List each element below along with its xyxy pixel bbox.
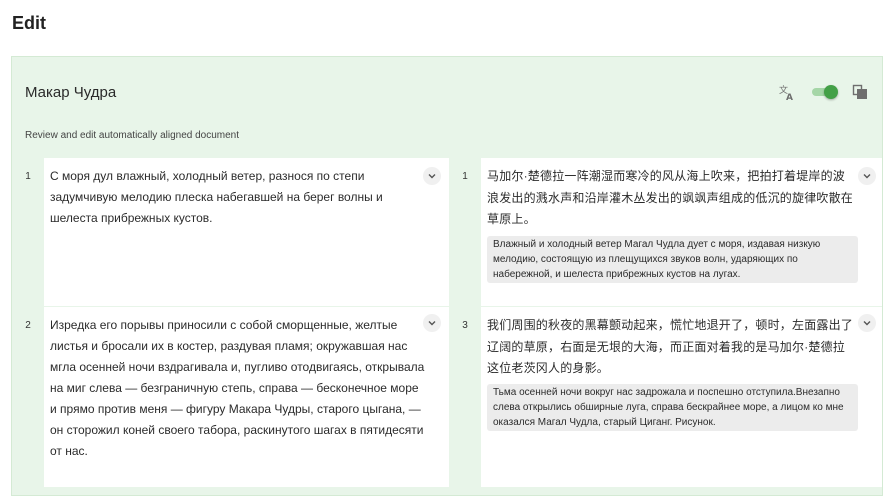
expand-button[interactable] [423,314,441,332]
translation-toggle[interactable] [810,85,838,99]
toggle-knob [824,85,838,99]
target-text[interactable]: 我们周围的秋夜的黑幕颤动起来，慌忙地退开了，顿时，左面露出了辽阔的草原，右面是无… [487,315,855,380]
expand-button[interactable] [858,167,876,185]
expand-button[interactable] [423,167,441,185]
chevron-down-icon [863,174,871,179]
back-translation: Влажный и холодный ветер Магал Чудла дуе… [487,236,858,283]
page-title: Edit [12,13,46,33]
chevron-down-icon [428,321,436,326]
panel-toolbar: 文 A [778,83,868,101]
document-subtitle: Review and edit automatically aligned do… [25,130,240,141]
chevron-down-icon [428,174,436,179]
aligned-row: 2 Изредка его порывы приносили с собой с… [12,307,882,495]
svg-text:A: A [786,93,793,101]
aligned-row: 1 С моря дул влажный, холодный ветер, ра… [12,158,882,306]
target-text[interactable]: 马加尔·楚德拉一阵潮湿而寒冷的风从海上吹来，把拍打着堤岸的波浪发出的溅水声和沿岸… [487,166,855,231]
chevron-down-icon [863,321,871,326]
right-cell[interactable]: 马加尔·楚德拉一阵潮湿而寒冷的风从海上吹来，把拍打着堤岸的波浪发出的溅水声和沿岸… [481,158,882,306]
expand-button[interactable] [858,314,876,332]
left-cell[interactable]: Изредка его порывы приносили с собой смо… [44,307,449,487]
translate-icon[interactable]: 文 A [778,83,796,101]
right-row-number: 3 [462,320,468,331]
back-translation: Тьма осенней ночи вокруг нас задрожала и… [487,384,858,431]
alignment-panel: Макар Чудра Review and edit automaticall… [11,56,883,496]
left-row-number: 1 [25,171,31,182]
source-text[interactable]: С моря дул влажный, холодный ветер, разн… [50,166,408,229]
source-text[interactable]: Изредка его порывы приносили с собой смо… [50,315,425,462]
right-row-number: 1 [462,171,468,182]
copy-icon[interactable] [852,84,868,100]
left-row-number: 2 [25,320,31,331]
document-title: Макар Чудра [25,84,117,101]
left-cell[interactable]: С моря дул влажный, холодный ветер, разн… [44,158,449,306]
right-cell[interactable]: 我们周围的秋夜的黑幕颤动起来，慌忙地退开了，顿时，左面露出了辽阔的草原，右面是无… [481,307,882,487]
